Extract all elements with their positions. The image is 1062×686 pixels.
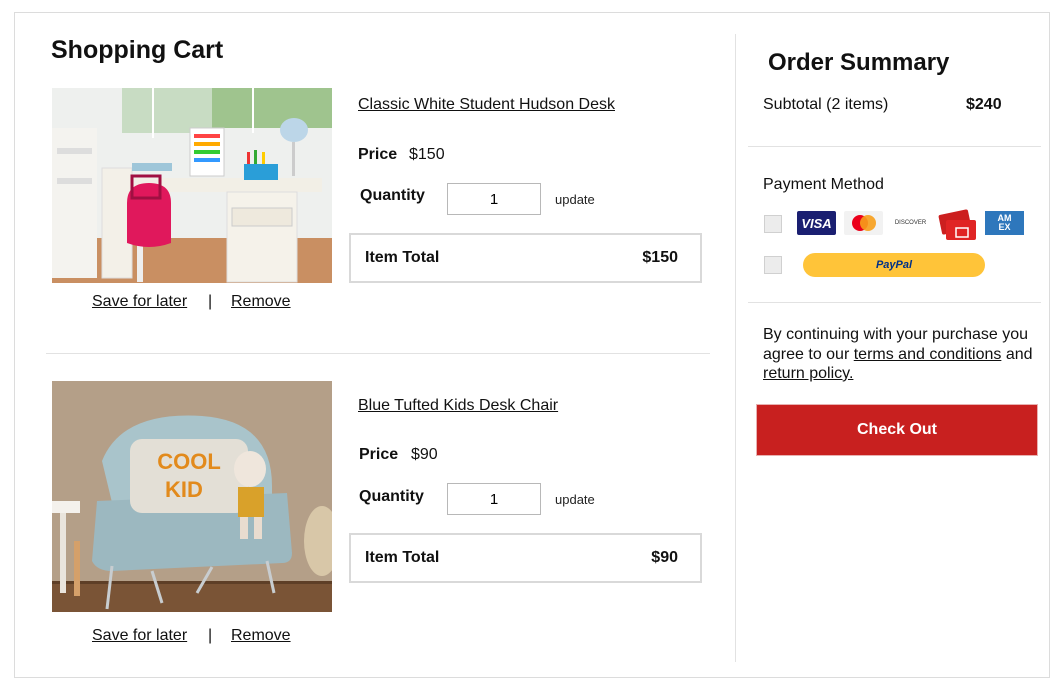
summary-divider-1 [748,146,1041,147]
svg-text:KID: KID [165,477,203,502]
credit-card-icon [938,208,978,242]
discover-icon: DISCOVER [891,211,930,235]
chair-product-image[interactable]: COOL KID [52,381,332,612]
item-divider [46,353,710,354]
page-title: Shopping Cart [51,36,224,64]
desk-product-image[interactable] [52,88,332,283]
remove-link[interactable]: Remove [231,627,291,645]
action-separator: | [208,293,213,310]
price-label: Price [359,446,399,463]
visa-icon: VISA [797,211,836,235]
mastercard-icon [844,211,883,235]
update-button[interactable]: update [555,492,595,507]
item-total-box: Item Total $90 [349,533,702,583]
item-total-label: Item Total [365,549,440,566]
summary-divider-2 [748,302,1041,303]
quantity-input[interactable] [447,183,541,215]
subtotal-value: $240 [966,96,1002,113]
card-payment-checkbox[interactable] [764,215,782,233]
price-label: Price [358,146,398,163]
payment-method-label: Payment Method [763,176,884,193]
terms-and-conditions-link[interactable]: terms and conditions [854,346,1002,363]
action-separator: | [208,627,213,644]
item-total-value: $90 [651,549,678,566]
price-value: $90 [411,446,438,463]
quantity-label: Quantity [360,187,425,204]
terms-text: By continuing with your purchase you agr… [763,326,1033,382]
svg-text:COOL: COOL [157,449,221,474]
checkout-button[interactable]: Check Out [757,405,1037,455]
amex-icon: AM EX [985,211,1024,235]
paypal-logo: PayPal [875,259,913,271]
order-summary-title: Order Summary [768,49,950,76]
save-for-later-link[interactable]: Save for later [92,293,187,311]
save-for-later-link[interactable]: Save for later [92,627,187,645]
paypal-checkbox[interactable] [764,256,782,274]
quantity-input[interactable] [447,483,541,515]
paypal-button[interactable]: PayPal [803,253,985,277]
quantity-label: Quantity [359,488,424,505]
item-total-value: $150 [642,249,678,266]
subtotal-label: Subtotal (2 items) [763,96,889,113]
price-value: $150 [409,146,445,163]
item-total-box: Item Total $150 [349,233,702,283]
product-name-link[interactable]: Blue Tufted Kids Desk Chair [358,397,558,415]
summary-divider [735,34,736,662]
product-name-link[interactable]: Classic White Student Hudson Desk [358,96,615,114]
return-policy-link[interactable]: return policy. [763,365,853,382]
item-total-label: Item Total [365,249,440,266]
remove-link[interactable]: Remove [231,293,291,311]
update-button[interactable]: update [555,192,595,207]
